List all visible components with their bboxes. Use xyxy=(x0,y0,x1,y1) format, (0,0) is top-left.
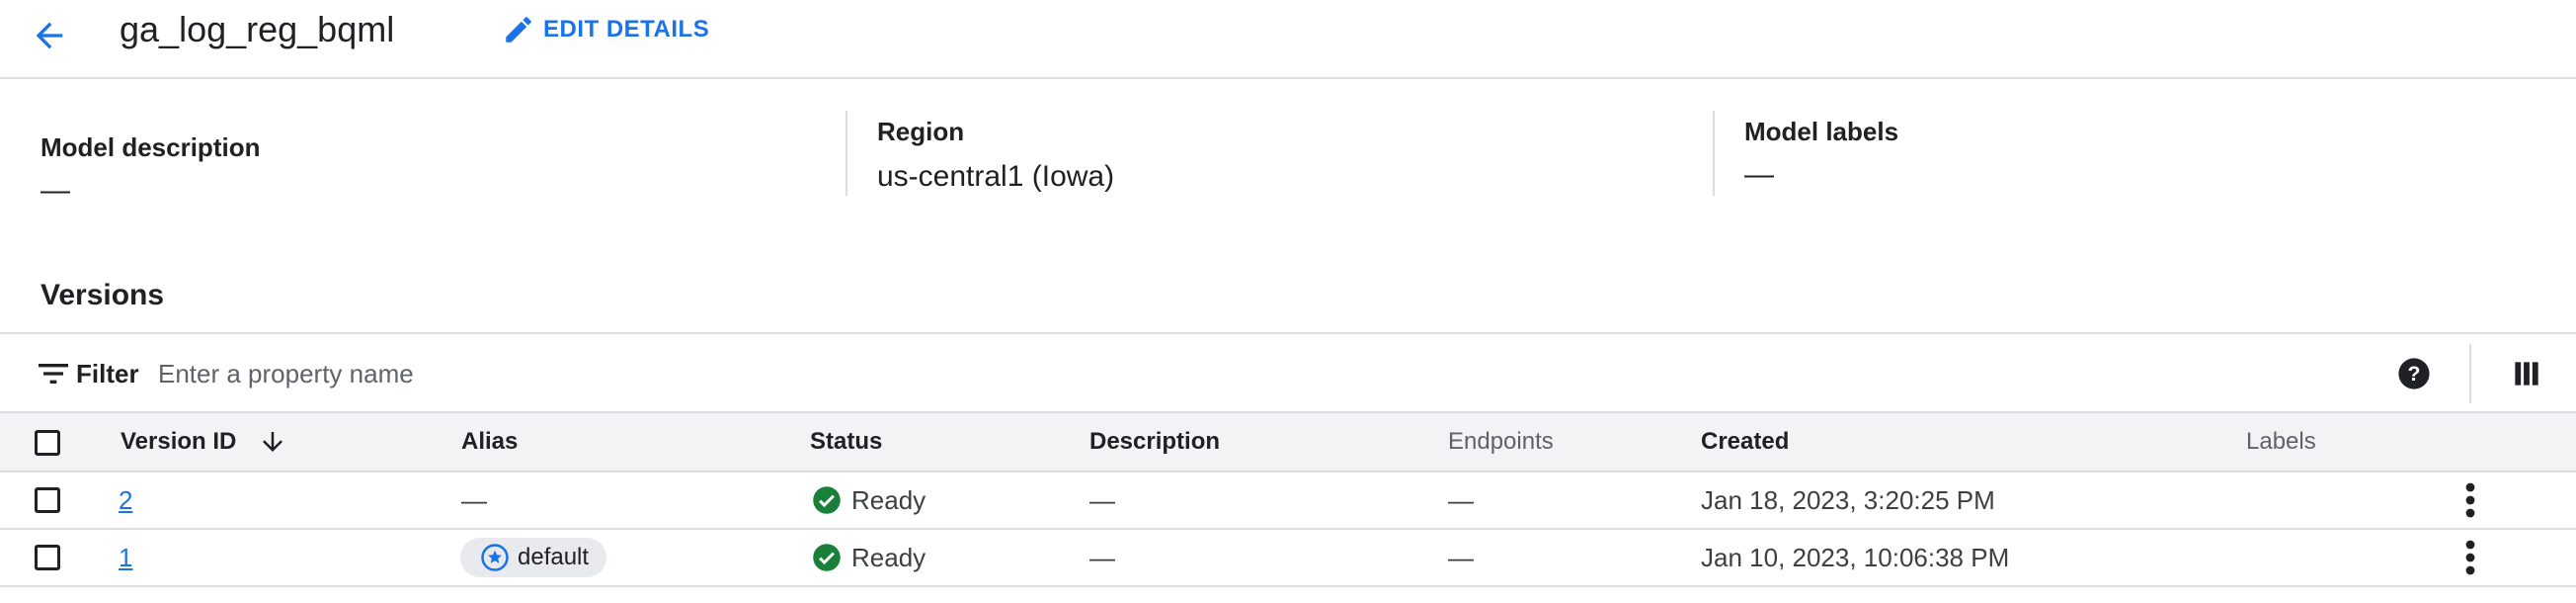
column-version-id[interactable]: Version ID xyxy=(121,413,287,471)
region-label: Region xyxy=(877,117,965,146)
star-circle-icon xyxy=(481,544,509,571)
help-icon[interactable]: ? xyxy=(2394,354,2434,393)
status-cell: Ready xyxy=(812,473,926,528)
description-value: — xyxy=(1089,543,1115,572)
column-description[interactable]: Description xyxy=(1089,413,1220,471)
region-value: us-central1 (Iowa) xyxy=(877,160,1115,193)
status-cell: Ready xyxy=(812,530,926,585)
description-value: — xyxy=(1089,485,1115,515)
filter-input[interactable] xyxy=(158,352,1343,395)
row-actions-button[interactable] xyxy=(2455,473,2485,528)
table-row: 2 — Ready — — Jan 18, 2023, 3:20:25 PM xyxy=(0,473,2576,530)
table-header: Version ID Alias Status Description Endp… xyxy=(0,413,2576,473)
row-checkbox[interactable] xyxy=(35,545,60,570)
filter-bar: Filter ? xyxy=(0,332,2576,413)
more-vert-icon xyxy=(2465,482,2475,518)
column-status[interactable]: Status xyxy=(810,413,882,471)
alias-value: — xyxy=(461,485,487,515)
status-label: Ready xyxy=(851,485,926,515)
edit-details-button[interactable]: EDIT DETAILS xyxy=(502,10,709,49)
alias-label: default xyxy=(518,544,590,570)
column-alias[interactable]: Alias xyxy=(461,413,518,471)
column-endpoints: Endpoints xyxy=(1448,428,1554,455)
sort-descending-icon xyxy=(263,432,283,452)
row-checkbox[interactable] xyxy=(35,487,60,513)
toolbar-separator xyxy=(2469,344,2471,403)
header-divider xyxy=(0,77,2576,79)
select-all-checkbox[interactable] xyxy=(35,430,60,456)
model-labels-value: — xyxy=(1744,158,1774,191)
pencil-icon xyxy=(506,17,531,43)
version-id-link[interactable]: 2 xyxy=(119,473,132,528)
model-description-value: — xyxy=(40,174,70,207)
column-created[interactable]: Created xyxy=(1701,413,1789,471)
filter-label: Filter xyxy=(76,359,139,388)
check-circle-icon xyxy=(813,486,841,514)
alias-chip: default xyxy=(460,538,607,577)
row-actions-button[interactable] xyxy=(2455,530,2485,585)
details-divider xyxy=(845,111,847,196)
model-labels-label: Model labels xyxy=(1744,117,1899,146)
endpoints-value: — xyxy=(1448,485,1474,515)
created-value: Jan 18, 2023, 3:20:25 PM xyxy=(1701,485,1995,515)
endpoints-value: — xyxy=(1448,543,1474,572)
svg-text:?: ? xyxy=(2408,362,2421,386)
table-row: 1 default Ready — — Jan 10, 2023, 10:06:… xyxy=(0,530,2576,587)
check-circle-icon xyxy=(813,544,841,571)
arrow-back-icon xyxy=(36,22,63,49)
status-label: Ready xyxy=(851,543,926,572)
column-display-icon[interactable] xyxy=(2507,354,2546,393)
back-button[interactable] xyxy=(20,6,79,65)
versions-title: Versions xyxy=(40,279,165,311)
edit-details-label: EDIT DETAILS xyxy=(543,16,710,43)
version-id-link[interactable]: 1 xyxy=(119,530,132,585)
details-divider xyxy=(1713,111,1715,196)
page-title: ga_log_reg_bqml xyxy=(120,9,395,49)
model-description-label: Model description xyxy=(40,132,261,162)
created-value: Jan 10, 2023, 10:06:38 PM xyxy=(1701,543,2010,572)
column-labels: Labels xyxy=(2246,428,2316,455)
more-vert-icon xyxy=(2465,540,2475,575)
column-version-id-label: Version ID xyxy=(121,428,237,455)
filter-icon[interactable] xyxy=(34,354,73,393)
